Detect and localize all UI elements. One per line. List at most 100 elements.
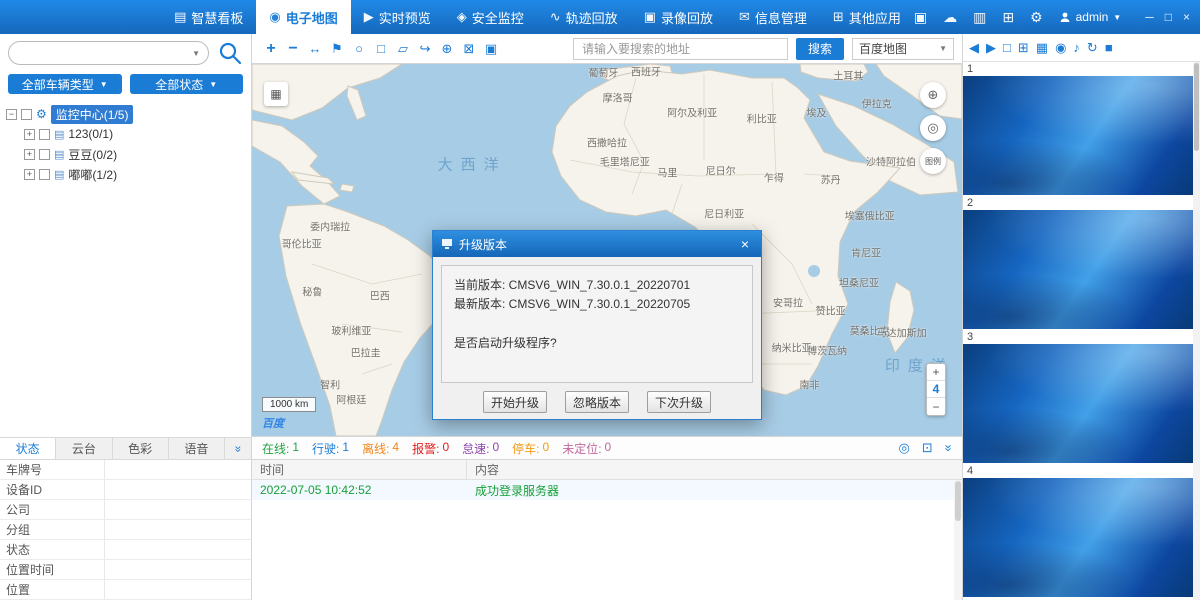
clear-icon[interactable]: ⊠ bbox=[458, 38, 480, 60]
zoom-plus-button[interactable]: + bbox=[927, 364, 945, 381]
single-view-icon[interactable]: □ bbox=[1003, 40, 1011, 55]
map-tools-control[interactable]: ⊕ bbox=[920, 82, 946, 108]
video-cell[interactable]: 1 bbox=[963, 62, 1193, 195]
expand-icon[interactable]: + bbox=[24, 169, 35, 180]
tree-node-root[interactable]: − ⚙ 监控中心(1/5) bbox=[6, 104, 251, 124]
store-icon[interactable]: ▥ bbox=[973, 9, 986, 26]
maximize-button[interactable]: □ bbox=[1165, 10, 1172, 24]
log-row[interactable]: 2022-07-05 10:42:52 成功登录服务器 bbox=[252, 480, 962, 500]
minimize-button[interactable]: ─ bbox=[1145, 10, 1154, 24]
tree-node-group[interactable]: + ▤ 嘟嘟(1/2) bbox=[6, 164, 251, 184]
screenshot-icon[interactable]: ▣ bbox=[480, 38, 502, 60]
ignore-version-button[interactable]: 忽略版本 bbox=[565, 391, 629, 413]
next-page-icon[interactable]: ▶ bbox=[986, 40, 996, 56]
circle-draw-icon[interactable]: ○ bbox=[348, 38, 370, 60]
zoom-minus-button[interactable]: − bbox=[927, 398, 945, 415]
cloud-icon[interactable]: ☁ bbox=[943, 9, 957, 26]
quad-view-icon[interactable]: ⊞ bbox=[1018, 40, 1029, 56]
checkbox[interactable] bbox=[39, 149, 50, 160]
vehicle-status-filter[interactable]: 全部状态 ▼ bbox=[130, 74, 244, 94]
collapse-panel-icon[interactable]: » bbox=[940, 444, 956, 451]
nav-tab-other-apps[interactable]: ⊞ 其他应用 bbox=[820, 0, 914, 34]
vehicle-type-filter[interactable]: 全部车辆类型 ▼ bbox=[8, 74, 122, 94]
stop-all-icon[interactable]: ■ bbox=[1105, 40, 1113, 55]
apps-icon[interactable]: ⊞ bbox=[1002, 9, 1014, 26]
info-row: 设备ID bbox=[0, 480, 251, 500]
measure-icon[interactable]: ↔ bbox=[304, 38, 326, 60]
tab-ptz[interactable]: 云台 bbox=[56, 438, 112, 459]
polygon-draw-icon[interactable]: ▱ bbox=[392, 38, 414, 60]
video-frame[interactable] bbox=[963, 76, 1193, 195]
nav-tabs: ▤ 智慧看板 ◉ 电子地图 ▶ 实时预览 ◈ 安全监控 ∿ 轨迹回放 ▣ 录像回… bbox=[161, 0, 914, 34]
settings-gear-icon[interactable]: ⚙ bbox=[1030, 9, 1043, 26]
chevron-down-icon[interactable]: ▼ bbox=[192, 49, 200, 58]
checkbox[interactable] bbox=[39, 129, 50, 140]
video-panel: ◀ ▶ □ ⊞ ▦ ◉ ♪ ↻ ■ 1 2 3 4 bbox=[962, 34, 1200, 600]
zoom-out-icon[interactable]: − bbox=[282, 38, 304, 60]
rect-draw-icon[interactable]: □ bbox=[370, 38, 392, 60]
log-scrollbar[interactable] bbox=[954, 480, 962, 600]
dialog-body: 当前版本: CMSV6_WIN_7.30.0.1_20220701 最新版本: … bbox=[433, 257, 761, 421]
vehicle-info-table: 车牌号 设备ID 公司 分组 状态 位置时间 bbox=[0, 460, 251, 600]
video-frame[interactable] bbox=[963, 210, 1193, 329]
zoom-in-icon[interactable]: + bbox=[260, 38, 282, 60]
upgrade-later-button[interactable]: 下次升级 bbox=[647, 391, 711, 413]
prev-page-icon[interactable]: ◀ bbox=[969, 40, 979, 56]
video-frame[interactable] bbox=[963, 478, 1193, 597]
audio-icon[interactable]: ♪ bbox=[1073, 40, 1080, 55]
flag-icon[interactable]: ⚑ bbox=[326, 38, 348, 60]
fullscreen-icon[interactable]: ⊡ bbox=[922, 440, 933, 456]
zoom-select-icon[interactable]: ⊕ bbox=[436, 38, 458, 60]
close-icon[interactable]: × bbox=[737, 236, 753, 252]
info-row: 位置 bbox=[0, 580, 251, 600]
follow-vehicle-icon[interactable]: ◎ bbox=[899, 440, 910, 456]
close-button[interactable]: × bbox=[1183, 10, 1190, 24]
checkbox[interactable] bbox=[39, 169, 50, 180]
map-legend-control[interactable]: 图例 bbox=[920, 148, 946, 174]
video-cell[interactable]: 2 bbox=[963, 196, 1193, 329]
map-section: + − ↔ ⚑ ○ □ ▱ ↪ ⊕ ⊠ ▣ 搜索 百度地图 ▼ bbox=[252, 34, 962, 600]
tree-node-group[interactable]: + ▤ 豆豆(0/2) bbox=[6, 144, 251, 164]
nav-tab-map[interactable]: ◉ 电子地图 bbox=[256, 0, 350, 34]
dialog-titlebar[interactable]: 升级版本 × bbox=[433, 231, 761, 257]
map-provider-select[interactable]: 百度地图 ▼ bbox=[852, 38, 954, 60]
vehicle-search-input[interactable] bbox=[8, 41, 209, 65]
info-field-label: 位置时间 bbox=[0, 560, 105, 579]
vehicle-group-icon: ▤ bbox=[54, 128, 64, 141]
map-canvas[interactable]: 大西洋印度洋西班牙葡萄牙土耳其伊拉克摩洛哥阿尔及利亚利比亚埃及沙特阿拉伯西撒哈拉… bbox=[252, 64, 962, 436]
pan-icon[interactable]: ↪ bbox=[414, 38, 436, 60]
map-panorama-control[interactable]: ◎ bbox=[920, 115, 946, 141]
user-menu[interactable]: admin ▼ bbox=[1059, 10, 1122, 24]
nav-tab-security[interactable]: ◈ 安全监控 bbox=[444, 0, 537, 34]
nav-tab-dashboard[interactable]: ▤ 智慧看板 bbox=[161, 0, 256, 34]
video-cell-number: 2 bbox=[963, 196, 1193, 210]
search-icon[interactable] bbox=[217, 40, 243, 66]
nav-tab-video-playback[interactable]: ▣ 录像回放 bbox=[631, 0, 726, 34]
expand-icon[interactable]: + bbox=[24, 129, 35, 140]
address-search-input[interactable] bbox=[573, 38, 788, 60]
tab-status[interactable]: 状态 bbox=[0, 438, 56, 459]
video-scrollbar[interactable] bbox=[1193, 62, 1200, 600]
nav-tab-preview[interactable]: ▶ 实时预览 bbox=[351, 0, 444, 34]
cycle-icon[interactable]: ↻ bbox=[1087, 40, 1098, 56]
upgrade-dialog: 升级版本 × 当前版本: CMSV6_WIN_7.30.0.1_20220701… bbox=[432, 230, 762, 420]
start-upgrade-button[interactable]: 开始升级 bbox=[483, 391, 547, 413]
nine-view-icon[interactable]: ▦ bbox=[1036, 40, 1048, 56]
nav-tab-info-management[interactable]: ✉ 信息管理 bbox=[726, 0, 820, 34]
snapshot-icon[interactable]: ▣ bbox=[914, 9, 927, 26]
nav-tab-track-playback[interactable]: ∿ 轨迹回放 bbox=[537, 0, 631, 34]
video-frame[interactable] bbox=[963, 344, 1193, 463]
capture-icon[interactable]: ◉ bbox=[1055, 40, 1066, 56]
video-cell[interactable]: 4 bbox=[963, 464, 1193, 597]
collapse-panel-icon[interactable]: » bbox=[225, 438, 251, 459]
video-cell[interactable]: 3 bbox=[963, 330, 1193, 463]
map-overview-control[interactable]: ▦ bbox=[264, 82, 288, 106]
tab-color[interactable]: 色彩 bbox=[113, 438, 169, 459]
tree-node-group[interactable]: + ▤ 123(0/1) bbox=[6, 124, 251, 144]
status-driving: 行驶: 1 bbox=[312, 440, 349, 457]
collapse-icon[interactable]: − bbox=[6, 109, 17, 120]
checkbox[interactable] bbox=[21, 109, 32, 120]
tab-voice[interactable]: 语音 bbox=[169, 438, 225, 459]
search-button[interactable]: 搜索 bbox=[796, 38, 844, 60]
expand-icon[interactable]: + bbox=[24, 149, 35, 160]
